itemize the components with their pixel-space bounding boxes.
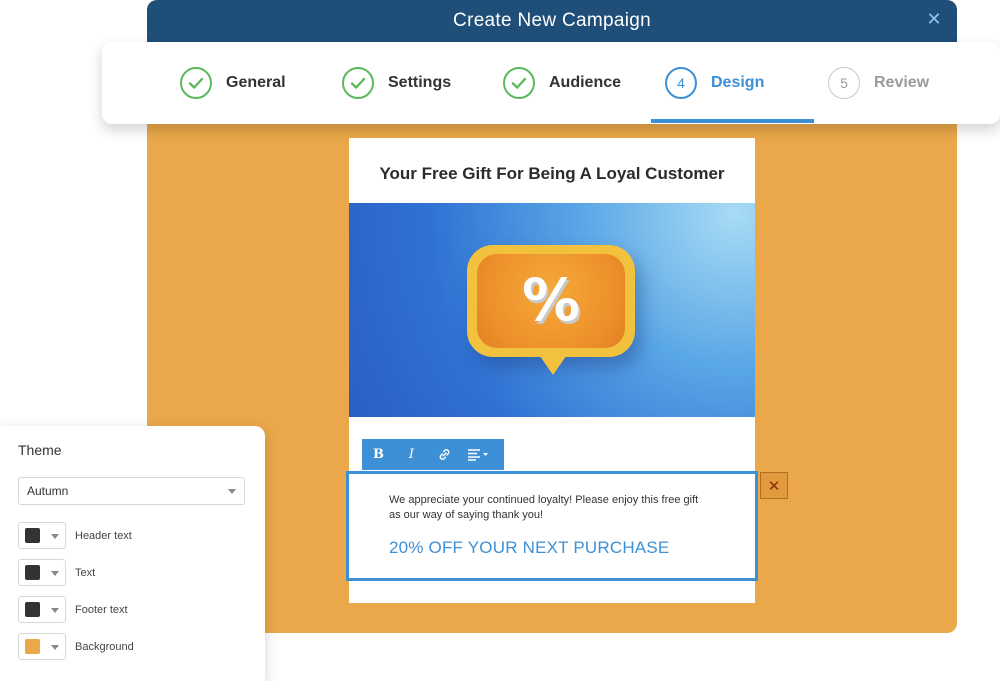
- step-review[interactable]: 5 Review: [828, 42, 929, 124]
- color-swatch: [25, 528, 40, 543]
- color-picker-text[interactable]: [18, 559, 66, 586]
- step-label: Settings: [388, 74, 452, 91]
- color-label: Header text: [75, 529, 132, 542]
- color-label: Footer text: [75, 603, 128, 616]
- step-label: Audience: [549, 74, 622, 91]
- check-circle-icon: [180, 67, 212, 99]
- color-row-text: Text: [18, 559, 95, 586]
- email-offer-text[interactable]: 20% OFF YOUR NEXT PURCHASE: [389, 538, 669, 558]
- modal-title: Create New Campaign: [453, 10, 651, 31]
- step-audience[interactable]: Audience: [503, 42, 621, 124]
- chevron-down-icon: [51, 571, 59, 576]
- step-label: Design: [711, 74, 765, 91]
- color-row-footer-text: Footer text: [18, 596, 128, 623]
- step-general[interactable]: General: [180, 42, 286, 124]
- hero-image[interactable]: %: [349, 203, 755, 417]
- bold-icon[interactable]: B: [362, 439, 395, 470]
- step-label: Review: [874, 74, 930, 91]
- color-picker-background[interactable]: [18, 633, 66, 660]
- chevron-down-icon: [51, 608, 59, 613]
- theme-select[interactable]: Autumn: [18, 477, 245, 505]
- theme-panel: Theme Autumn Header text Text Footer tex…: [0, 426, 265, 681]
- step-number: 4: [665, 67, 697, 99]
- link-icon[interactable]: [428, 439, 461, 470]
- check-circle-icon: [503, 67, 535, 99]
- chevron-down-icon: [228, 489, 236, 494]
- delete-block-icon[interactable]: ✕: [760, 472, 788, 499]
- text-format-toolbar: B I: [362, 439, 504, 470]
- percent-symbol: %: [521, 266, 581, 334]
- color-row-header-text: Header text: [18, 522, 132, 549]
- color-swatch: [25, 565, 40, 580]
- color-label: Background: [75, 640, 134, 653]
- color-swatch: [25, 602, 40, 617]
- align-dropdown-icon[interactable]: [461, 439, 494, 470]
- color-swatch: [25, 639, 40, 654]
- step-design[interactable]: 4 Design: [665, 42, 764, 124]
- step-number: 5: [828, 67, 860, 99]
- color-label: Text: [75, 566, 96, 579]
- step-settings[interactable]: Settings: [342, 42, 451, 124]
- email-body-text[interactable]: We appreciate your continued loyalty! Pl…: [389, 493, 709, 523]
- email-headline[interactable]: Your Free Gift For Being A Loyal Custome…: [349, 164, 755, 184]
- editable-text-block[interactable]: We appreciate your continued loyalty! Pl…: [346, 471, 758, 581]
- italic-icon[interactable]: I: [395, 439, 428, 470]
- campaign-editor: Create New Campaign ✕ General Settings A…: [0, 0, 1000, 681]
- theme-select-value: Autumn: [27, 484, 69, 498]
- step-label: General: [226, 74, 286, 91]
- theme-heading: Theme: [18, 442, 62, 458]
- chevron-down-icon: [51, 534, 59, 539]
- color-row-background: Background: [18, 633, 134, 660]
- check-circle-icon: [342, 67, 374, 99]
- active-step-indicator: [651, 119, 814, 123]
- campaign-stepper: General Settings Audience 4 Design 5 Rev…: [102, 42, 1000, 124]
- close-icon[interactable]: ✕: [925, 10, 943, 28]
- percent-speech-bubble-icon: %: [467, 245, 635, 375]
- color-picker-header-text[interactable]: [18, 522, 66, 549]
- modal-titlebar: Create New Campaign ✕: [147, 0, 957, 42]
- color-picker-footer-text[interactable]: [18, 596, 66, 623]
- chevron-down-icon: [51, 645, 59, 650]
